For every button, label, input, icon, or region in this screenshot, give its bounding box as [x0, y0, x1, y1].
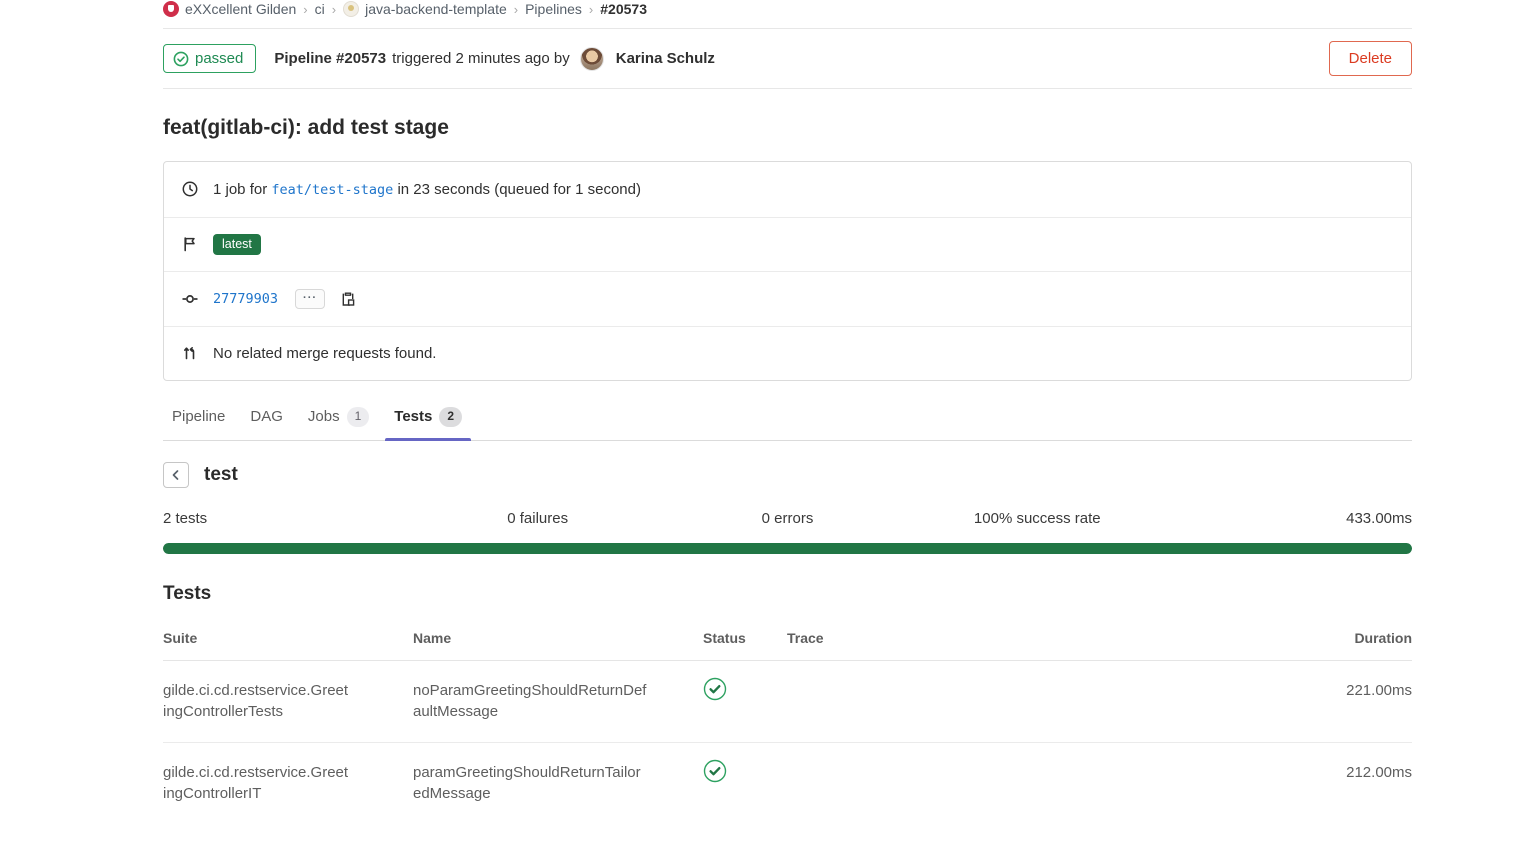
tab-label: Pipeline	[172, 408, 225, 425]
test-suite-cell: gilde.ci.cd.restservice.GreetingControll…	[163, 680, 368, 722]
pipeline-header: passed Pipeline #20573 triggered 2 minut…	[163, 29, 1412, 89]
project-avatar-icon	[343, 1, 359, 17]
breadcrumb-item-group[interactable]: eXXcellent Gilden	[163, 1, 296, 17]
status-passed-icon	[703, 677, 727, 701]
expand-commit-button[interactable]: ···	[295, 289, 325, 309]
tab-dag[interactable]: DAG	[241, 398, 292, 440]
ref-link[interactable]: feat/test-stage	[271, 182, 393, 198]
commit-title: feat(gitlab-ci): add test stage	[163, 116, 1412, 140]
tab-label: Jobs	[308, 408, 340, 425]
stat-success-rate: 100% success rate	[912, 510, 1162, 527]
chevron-right-icon: ›	[332, 2, 336, 17]
clipboard-copy-icon	[340, 291, 356, 307]
breadcrumb-label: java-backend-template	[365, 1, 507, 17]
latest-badge[interactable]: latest	[213, 234, 261, 255]
test-duration-cell: 221.00ms	[1292, 680, 1412, 701]
tab-label: Tests	[394, 408, 432, 425]
pipeline-id: Pipeline #20573	[274, 50, 386, 67]
tab-jobs[interactable]: Jobs 1	[299, 398, 378, 440]
breadcrumb-label: Pipelines	[525, 1, 582, 17]
status-label: passed	[195, 50, 243, 67]
pipeline-status-badge[interactable]: passed	[163, 44, 256, 73]
column-trace: Trace	[787, 630, 1292, 646]
tab-tests[interactable]: Tests 2	[385, 398, 471, 440]
copy-commit-sha-button[interactable]	[340, 291, 356, 307]
breadcrumb-label: #20573	[600, 1, 647, 17]
author-name[interactable]: Karina Schulz	[616, 50, 715, 67]
tests-table-header: Suite Name Status Trace Duration	[163, 618, 1412, 661]
job-duration-row: 1 job for feat/test-stage in 23 seconds …	[164, 162, 1411, 217]
job-text-post: in 23 seconds (queued for 1 second)	[397, 181, 641, 198]
merge-request-icon	[182, 345, 198, 361]
job-duration-text: 1 job for feat/test-stage in 23 seconds …	[213, 181, 641, 198]
back-button[interactable]	[163, 462, 189, 488]
group-avatar-icon	[163, 1, 179, 17]
breadcrumb-item-ci[interactable]: ci	[315, 1, 325, 17]
breadcrumb-item-pipeline-id: #20573	[600, 1, 647, 17]
commit-row: 27779903 ···	[164, 271, 1411, 326]
suite-name: test	[204, 464, 238, 486]
author-avatar[interactable]	[580, 47, 604, 71]
column-name: Name	[413, 630, 703, 646]
success-progress-fill	[163, 543, 1412, 554]
test-suite-header: test	[163, 462, 1412, 488]
success-progress-bar	[163, 543, 1412, 554]
status-passed-icon	[703, 759, 727, 783]
tests-heading: Tests	[163, 583, 1412, 605]
commit-icon	[182, 291, 198, 307]
pipeline-summary: Pipeline #20573 triggered 2 minutes ago …	[274, 47, 715, 71]
merge-request-row: No related merge requests found.	[164, 326, 1411, 381]
tests-table: Suite Name Status Trace Duration gilde.c…	[163, 618, 1412, 824]
breadcrumb-item-pipelines[interactable]: Pipelines	[525, 1, 582, 17]
chevron-right-icon: ›	[589, 2, 593, 17]
tab-label: DAG	[250, 408, 283, 425]
stat-errors: 0 errors	[663, 510, 913, 527]
column-suite: Suite	[163, 630, 413, 646]
table-row: gilde.ci.cd.restservice.GreetingControll…	[163, 661, 1412, 742]
column-duration: Duration	[1292, 630, 1412, 646]
breadcrumb-label: eXXcellent Gilden	[185, 1, 296, 17]
stat-duration: 433.00ms	[1162, 510, 1412, 527]
pipeline-page: eXXcellent Gilden › ci › java-backend-te…	[163, 0, 1412, 824]
breadcrumb-label: ci	[315, 1, 325, 17]
check-circle-icon	[173, 51, 189, 67]
no-mr-text: No related merge requests found.	[213, 345, 436, 362]
chevron-right-icon: ›	[514, 2, 518, 17]
triggered-text: triggered 2 minutes ago by	[392, 50, 570, 67]
breadcrumb: eXXcellent Gilden › ci › java-backend-te…	[163, 0, 1412, 29]
stat-total-tests: 2 tests	[163, 510, 413, 527]
test-name-cell: paramGreetingShouldReturnTailoredMessage	[413, 762, 665, 804]
pipeline-info-card: 1 job for feat/test-stage in 23 seconds …	[163, 161, 1412, 381]
breadcrumb-item-project[interactable]: java-backend-template	[343, 1, 507, 17]
tests-count-badge: 2	[439, 407, 462, 427]
test-duration-cell: 212.00ms	[1292, 762, 1412, 783]
pipeline-tabs: Pipeline DAG Jobs 1 Tests 2	[163, 398, 1412, 441]
clock-icon	[182, 181, 198, 197]
suite-stats: 2 tests 0 failures 0 errors 100% success…	[163, 510, 1412, 527]
jobs-count-badge: 1	[347, 407, 370, 427]
column-status: Status	[703, 630, 787, 646]
test-status-cell	[703, 680, 787, 701]
commit-sha-link[interactable]: 27779903	[213, 291, 278, 307]
test-suite-cell: gilde.ci.cd.restservice.GreetingControll…	[163, 762, 368, 804]
test-name-cell: noParamGreetingShouldReturnDefaultMessag…	[413, 680, 665, 722]
latest-badge-row: latest	[164, 217, 1411, 272]
test-status-cell	[703, 762, 787, 783]
table-row: gilde.ci.cd.restservice.GreetingControll…	[163, 742, 1412, 824]
flag-icon	[182, 236, 198, 252]
tab-pipeline[interactable]: Pipeline	[163, 398, 234, 440]
chevron-right-icon: ›	[303, 2, 307, 17]
delete-button[interactable]: Delete	[1329, 41, 1412, 76]
chevron-left-icon	[170, 469, 182, 481]
stat-failures: 0 failures	[413, 510, 663, 527]
job-text-pre: 1 job for	[213, 181, 267, 198]
